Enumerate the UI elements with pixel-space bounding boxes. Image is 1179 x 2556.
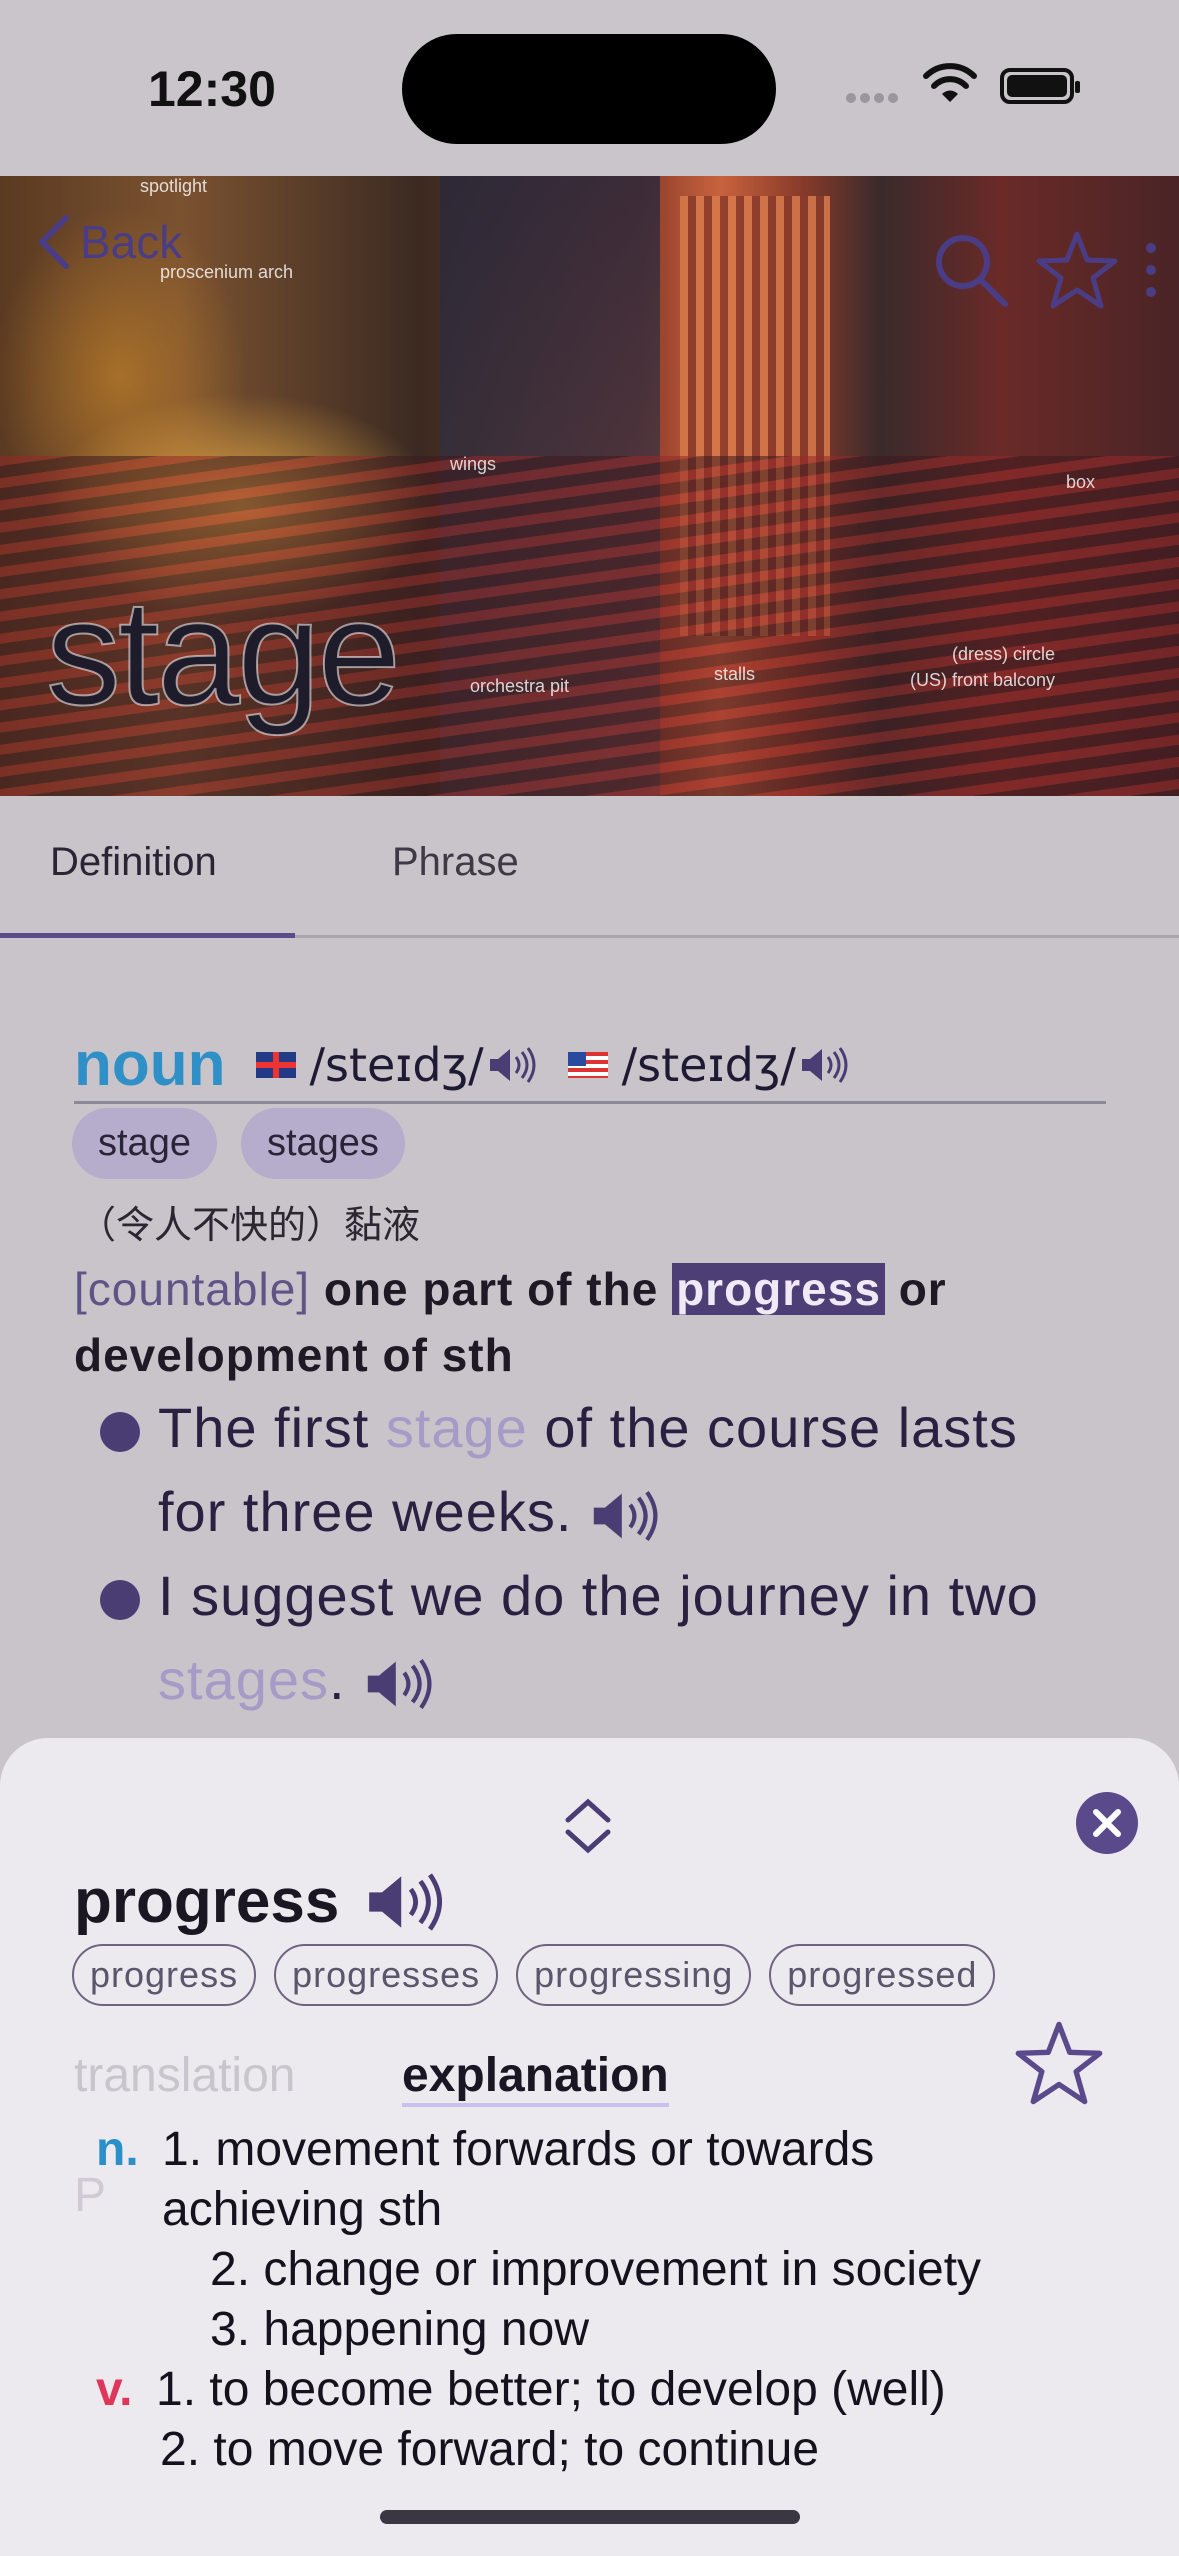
word-form-chip[interactable]: progressed [769, 1944, 996, 2006]
pronunciation-row: noun /steɪdʒ/ /steɪdʒ/ [74, 1028, 1106, 1104]
uk-speaker-icon[interactable] [488, 1045, 538, 1085]
active-tab-indicator [0, 933, 295, 938]
word-form-chip[interactable]: progressing [516, 1944, 752, 2006]
bullet-icon [100, 1580, 140, 1620]
word-form-chip[interactable]: progress [72, 1944, 257, 2006]
back-button[interactable]: Back [36, 214, 182, 270]
word-forms: stage stages [72, 1108, 405, 1179]
hero-label: (US) front balcony [910, 670, 1056, 690]
sense-line: 1. to become better; to develop (well) [156, 2363, 946, 2416]
headword-title: stage [45, 567, 402, 737]
word-form-chip[interactable]: stages [240, 1108, 405, 1179]
example-keyword: stage [385, 1396, 528, 1459]
close-icon [1093, 1809, 1121, 1837]
chinese-translation: （令人不快的）黏液 [78, 1205, 421, 1247]
uk-flag-icon [255, 1051, 296, 1078]
favorite-star-icon[interactable] [1035, 228, 1119, 312]
hero-label: wings [450, 454, 497, 474]
sense-line: achieving sth [162, 2183, 443, 2236]
example-sentence: I suggest we do the journey in two stage… [100, 1554, 1080, 1722]
lookup-word-forms: progress progresses progressing progress… [72, 1944, 996, 2006]
wifi-icon [923, 63, 977, 102]
lookup-bottom-sheet: progress progress progresses progressing… [0, 1738, 1179, 2556]
close-button[interactable] [1076, 1792, 1138, 1854]
us-speaker-icon[interactable] [800, 1045, 850, 1085]
tab-definition[interactable]: Definition [50, 840, 217, 885]
us-flag-icon [567, 1051, 608, 1078]
status-time: 12:30 [148, 61, 276, 117]
highlighted-word[interactable]: progress [672, 1263, 885, 1315]
speaker-icon[interactable] [588, 1488, 664, 1544]
word-form-chip[interactable]: stage [72, 1108, 217, 1179]
grammar-label: [countable] [74, 1263, 311, 1315]
hero-label: stalls [714, 664, 756, 684]
chevron-left-icon [37, 215, 69, 269]
search-icon[interactable] [931, 230, 1011, 310]
back-label: Back [80, 216, 183, 268]
us-phonetic: /steɪdʒ/ [621, 1037, 796, 1092]
hero-label: (dress) circle [952, 644, 1056, 664]
dynamic-island [402, 34, 776, 144]
hero-label: orchestra pit [470, 676, 570, 696]
bullet-icon [100, 1412, 140, 1452]
home-indicator[interactable] [380, 2510, 800, 2524]
pos-label-verb: v. [96, 2363, 133, 2416]
lookup-senses: n. 1. movement forwards or towards achiev… [96, 2120, 1136, 2480]
definition-text: [countable] one part of the progress or … [74, 1263, 947, 1381]
expand-chevron-icon[interactable] [560, 1796, 616, 1856]
speaker-icon[interactable] [362, 1656, 438, 1712]
lookup-tabs: translation explanation [74, 2038, 1114, 2118]
part-of-speech: noun [74, 1030, 226, 1099]
sense-line: 2. change or improvement in society [210, 2243, 982, 2296]
speaker-icon[interactable] [363, 1870, 449, 1934]
tab-translation[interactable]: translation [74, 2048, 295, 2103]
hero-illustration: spotlight proscenium arch wings orchestr… [0, 176, 1179, 796]
more-options-icon[interactable] [1143, 240, 1159, 300]
example-sentence: The first stage of the course lasts for … [100, 1386, 1080, 1554]
sense-line: 1. movement forwards or towards [162, 2123, 875, 2176]
hero-label: spotlight [140, 176, 208, 196]
pos-label-noun: n. [96, 2123, 139, 2176]
add-favorite-star-icon[interactable] [1014, 2018, 1104, 2108]
sense-line: 3. happening now [210, 2303, 589, 2356]
tab-phrase[interactable]: Phrase [392, 840, 519, 885]
lookup-word: progress [74, 1866, 449, 1937]
tab-bar: Definition Phrase [0, 796, 1179, 938]
example-keyword: stages [158, 1648, 329, 1711]
battery-icon [1000, 68, 1080, 104]
status-bar: 12:30 [0, 0, 1179, 176]
hero-label: box [1066, 472, 1096, 492]
cellular-signal-icon [846, 90, 902, 108]
sense-line: 2. to move forward; to continue [160, 2423, 820, 2476]
word-form-chip[interactable]: progresses [274, 1944, 499, 2006]
uk-phonetic: /steɪdʒ/ [309, 1037, 484, 1092]
tab-explanation[interactable]: explanation [402, 2048, 669, 2107]
